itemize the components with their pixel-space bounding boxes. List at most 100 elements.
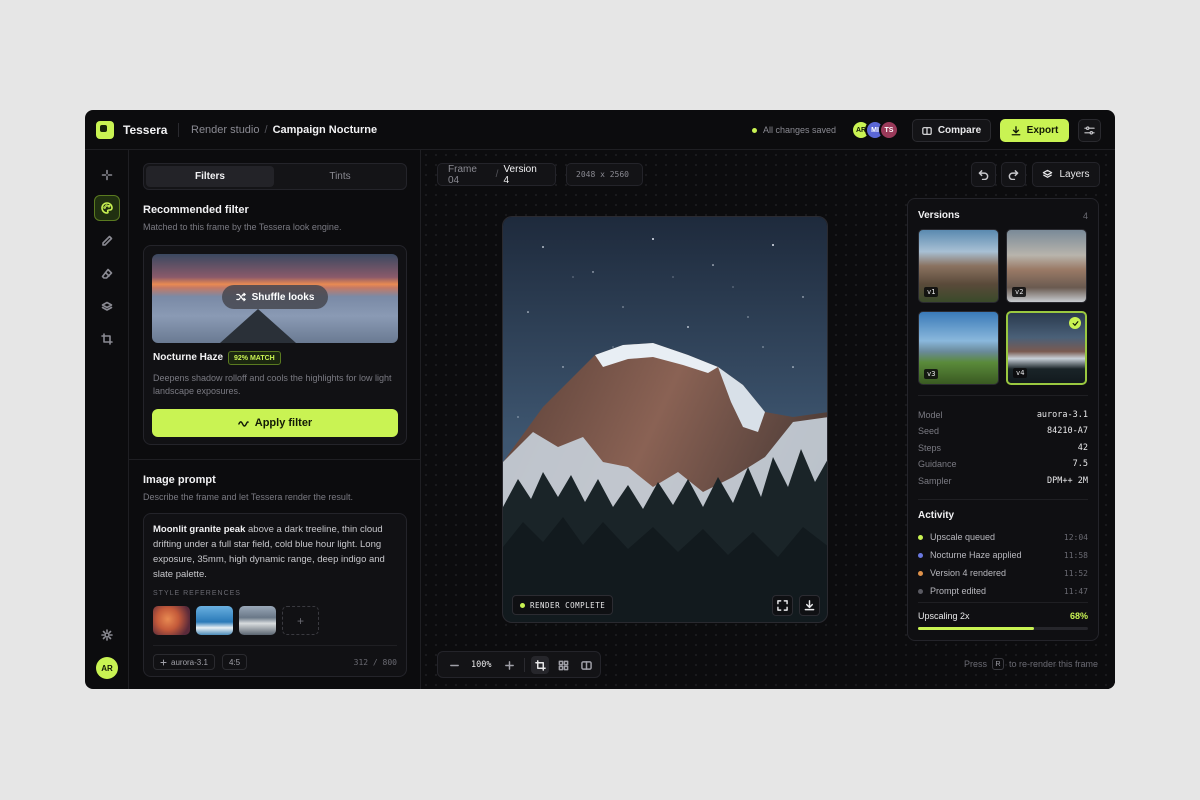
pencil-icon[interactable] (94, 228, 120, 254)
version-tag: v1 (924, 287, 939, 297)
activity-dot-icon (918, 534, 923, 540)
activity-item: Prompt edited 11:47 (918, 586, 1088, 596)
render-status-badge: RENDER COMPLETE (512, 595, 614, 615)
detail-key: Sampler (918, 476, 952, 486)
zoom-level[interactable]: 100% (471, 660, 491, 670)
tab-tints[interactable]: Tints (276, 166, 404, 187)
grid-view-button[interactable] (554, 656, 572, 674)
activity-item: Version 4 rendered 11:52 (918, 568, 1088, 578)
style-references-label: STYLE REFERENCES (153, 590, 241, 597)
prompt-input[interactable]: Moonlit granite peak above a dark treeli… (153, 522, 397, 582)
activity-text: Nocturne Haze applied (930, 550, 1022, 560)
zoom-out-button[interactable] (445, 656, 463, 674)
activity-time: 11:52 (1063, 568, 1088, 578)
rendered-image[interactable]: RENDER COMPLETE (502, 216, 828, 623)
panel-divider (918, 395, 1088, 396)
aspect-ratio-chip[interactable]: 4:5 (222, 654, 248, 670)
gear-icon[interactable] (94, 622, 120, 648)
mountain-illustration (503, 217, 827, 622)
detail-row-guidance: Guidance 7.5 (918, 459, 1088, 469)
header-divider (178, 123, 179, 137)
upscale-progress-fill (918, 627, 1034, 630)
compare-label: Compare (937, 125, 982, 136)
breadcrumb: Render studio / Campaign Nocturne (191, 124, 378, 136)
tab-filters[interactable]: Filters (146, 166, 274, 187)
detail-value: 42 (1077, 443, 1088, 453)
frame-breadcrumb: Frame 04/Version 4 (437, 163, 556, 186)
export-button[interactable]: Export (1000, 119, 1069, 142)
filter-card: Shuffle looks Nocturne Haze 92% MATCH De… (143, 245, 407, 445)
zoom-in-button[interactable] (500, 656, 518, 674)
download-button[interactable] (799, 595, 820, 616)
sliders-icon (1084, 126, 1095, 135)
hint-press: Press (964, 659, 988, 669)
version-thumb-v3[interactable]: v3 (918, 311, 999, 385)
compare-button[interactable]: Compare (912, 119, 991, 142)
tool-rail: AR (85, 150, 129, 689)
detail-key: Guidance (918, 459, 957, 469)
version-thumb-v1[interactable]: v1 (918, 229, 999, 303)
rerender-hint: Press R to re-render this frame (964, 658, 1098, 670)
activity-text: Prompt edited (930, 586, 987, 596)
layers-button[interactable]: Layers (1032, 162, 1100, 187)
prompt-title: Image prompt (143, 474, 216, 486)
user-avatar[interactable]: AR (96, 657, 118, 679)
zoom-toolbar: 100% (437, 651, 601, 678)
activity-time: 11:47 (1063, 586, 1088, 596)
prompt-card: Moonlit granite peak above a dark treeli… (143, 513, 407, 677)
crop-icon (534, 659, 546, 671)
detail-value: 7.5 (1072, 459, 1088, 469)
palette-icon[interactable] (94, 195, 120, 221)
minus-icon (449, 664, 459, 666)
left-panel: Filters Tints Recommended filter Matched… (129, 150, 421, 689)
status-dot-icon (520, 602, 525, 608)
apply-filter-button[interactable]: Apply filter (152, 409, 398, 437)
download-icon (1011, 125, 1021, 135)
sparkle-icon[interactable] (94, 162, 120, 188)
settings-sliders-button[interactable] (1078, 119, 1101, 142)
add-reference-button[interactable]: + (282, 606, 319, 635)
dimensions-badge: 2048 x 2560 (566, 163, 643, 186)
crop-tool-button[interactable] (531, 656, 549, 674)
export-label: Export (1026, 125, 1059, 136)
style-reference-thumb[interactable] (239, 606, 276, 635)
prompt-divider (153, 645, 397, 646)
layers-icon[interactable] (94, 294, 120, 320)
split-view-button[interactable] (577, 656, 595, 674)
version-label: Version 4 (503, 163, 537, 186)
prompt-highlight: Moonlit granite peak (153, 524, 246, 535)
save-status: All changes saved (752, 125, 836, 135)
fullscreen-button[interactable] (772, 595, 793, 616)
sparkle-icon (160, 659, 167, 665)
eraser-icon[interactable] (94, 261, 120, 287)
detail-key: Steps (918, 443, 942, 453)
frame-label[interactable]: Frame 04 (448, 164, 491, 186)
tessera-logo-icon (96, 121, 114, 139)
split-icon (580, 660, 592, 670)
crop-icon[interactable] (94, 326, 120, 352)
redo-button[interactable] (1001, 162, 1026, 187)
version-thumb-v2[interactable]: v2 (1006, 229, 1087, 303)
hint-key: R (992, 658, 1005, 670)
shuffle-label: Shuffle looks (251, 291, 315, 303)
breadcrumb-section[interactable]: Render studio (191, 124, 260, 136)
undo-button[interactable] (971, 162, 996, 187)
collaborator-avatars[interactable]: AR MI TS (851, 120, 901, 140)
version-thumb-v4[interactable]: v4 (1006, 311, 1087, 385)
activity-item: Upscale queued 12:04 (918, 532, 1088, 542)
toolbar-divider (524, 658, 525, 672)
fullscreen-icon (777, 600, 788, 611)
canvas-area: Frame 04/Version 4 2048 x 2560 Layers RE… (421, 150, 1115, 689)
shuffle-looks-button[interactable]: Shuffle looks (222, 285, 328, 309)
style-reference-thumb[interactable] (153, 606, 190, 635)
style-reference-thumb[interactable] (196, 606, 233, 635)
wave-icon (237, 421, 249, 427)
character-count: 312 / 800 (353, 658, 397, 667)
version-tag: v2 (1012, 287, 1027, 297)
model-chip[interactable]: aurora-3.1 (153, 654, 215, 670)
upscale-label: Upscaling 2x (918, 611, 970, 621)
recommended-subtitle: Matched to this frame by the Tessera loo… (143, 222, 342, 232)
detail-value: 84210-A7 (1047, 426, 1088, 436)
activity-dot-icon (918, 570, 923, 576)
avatar[interactable]: TS (879, 120, 899, 140)
